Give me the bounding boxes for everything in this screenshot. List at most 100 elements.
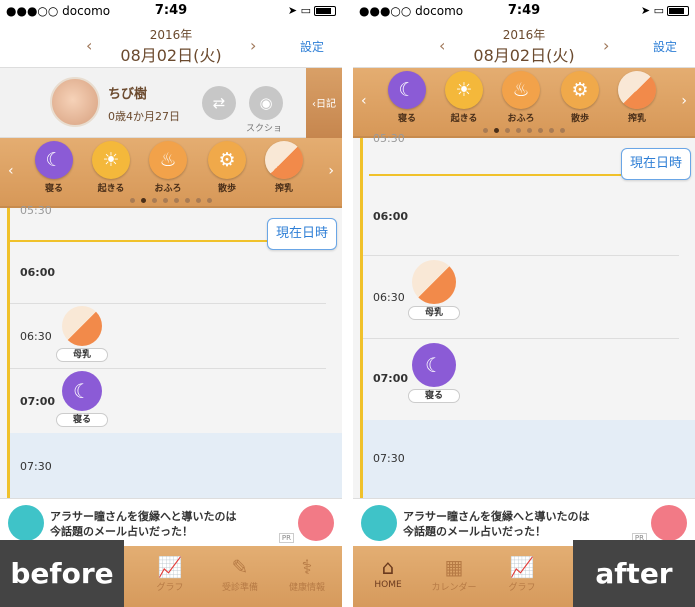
time-label: 06:30	[20, 330, 52, 343]
chart-icon: 📈	[509, 555, 535, 579]
time-partial: 05:30	[373, 132, 405, 145]
action-bar: ‹ ☾ 寝る ☀ 起きる ♨ おふろ ⚙ 散歩 搾乳 ›	[353, 68, 695, 138]
next-day-button[interactable]: ›	[250, 36, 256, 55]
event-breastfeeding[interactable]: 母乳	[408, 260, 460, 320]
action-sleep[interactable]: ☾ 寝る	[384, 71, 430, 124]
current-time-line	[369, 174, 621, 176]
action-milk[interactable]: 搾乳	[614, 71, 660, 124]
tab-calendar[interactable]: ▦ カレンダー	[419, 554, 489, 593]
divider	[10, 303, 326, 304]
action-milk[interactable]: 搾乳	[261, 141, 307, 194]
ad-text: アラサー瞳さんを復縁へと導いたのは 今話題のメール占いだった！	[50, 510, 237, 538]
event-sleep[interactable]: ☾ 寝る	[408, 343, 460, 403]
highlight-zone	[10, 433, 342, 498]
action-prev-arrow[interactable]: ‹	[361, 93, 367, 109]
current-time-line	[10, 240, 267, 242]
milk-icon	[265, 141, 303, 179]
child-age: 0歳4か月27日	[108, 110, 180, 123]
chart-icon: 📈	[157, 555, 183, 579]
moon-icon: ☾	[388, 71, 426, 109]
after-caption: after	[573, 540, 695, 607]
date-header: ‹ 2016年 08月02日(火) › 設定	[0, 22, 342, 68]
highlight-zone	[363, 420, 695, 498]
sun-icon: ☀	[92, 141, 130, 179]
ad-banner[interactable]: アラサー瞳さんを復縁へと導いたのは 今話題のメール占いだった！ PR	[0, 498, 342, 546]
action-wake[interactable]: ☀ 起きる	[441, 71, 487, 124]
action-bath[interactable]: ♨ おふろ	[145, 141, 191, 194]
child-name: ちび樹	[108, 87, 148, 102]
pencil-icon: ✎	[231, 555, 249, 579]
timeline[interactable]: 05:30 現在日時 06:00 06:30 母乳 07:00 ☾ 寝る 07:3…	[0, 204, 342, 498]
battery-icon	[314, 6, 336, 16]
timeline[interactable]: 05:30 現在日時 06:00 06:30 母乳 07:00 ☾ 寝る 07:3…	[353, 132, 695, 498]
switch-child-button[interactable]: ⇄	[202, 86, 236, 120]
home-icon: ⌂	[381, 555, 395, 579]
time-partial: 05:30	[20, 204, 52, 217]
ad-text: アラサー瞳さんを復縁へと導いたのは 今話題のメール占いだった！	[403, 510, 590, 538]
action-bar: ‹ ☾ 寝る ☀ 起きる ♨ おふろ ⚙ 散歩 搾乳 ›	[0, 138, 342, 208]
action-next-arrow[interactable]: ›	[681, 93, 687, 109]
time-label: 07:30	[20, 460, 52, 473]
action-next-arrow[interactable]: ›	[328, 163, 334, 179]
breastfeeding-icon	[62, 306, 102, 346]
before-screen: ●●●○○ docomo 7:49 ➤ ▭ ‹ 2016年 08月02日(火) …	[0, 0, 342, 607]
year-label: 2016年	[149, 28, 193, 42]
moon-icon: ☾	[62, 371, 102, 411]
screenshot-button[interactable]: ◉	[249, 86, 283, 120]
teddy-bear-icon	[8, 505, 44, 541]
tab-home[interactable]: ⌂ HOME	[353, 554, 423, 590]
date-header: ‹ 2016年 08月02日(火) › 設定	[353, 22, 695, 68]
moon-icon: ☾	[35, 141, 73, 179]
action-prev-arrow[interactable]: ‹	[8, 163, 14, 179]
status-icons: ➤ ▭	[288, 4, 336, 17]
moon-icon: ☾	[412, 343, 456, 387]
action-wake[interactable]: ☀ 起きる	[88, 141, 134, 194]
next-day-button[interactable]: ›	[603, 36, 609, 55]
pr-badge: PR	[278, 533, 294, 543]
camera-icon: ◉	[259, 94, 273, 112]
diary-tab[interactable]: ‹日記	[306, 68, 342, 138]
action-walk[interactable]: ⚙ 散歩	[557, 71, 603, 124]
action-walk[interactable]: ⚙ 散歩	[204, 141, 250, 194]
now-button[interactable]: 現在日時	[621, 148, 691, 180]
tab-checkup[interactable]: ✎ 受診準備	[205, 554, 275, 593]
tab-graph[interactable]: 📈 グラフ	[135, 554, 205, 593]
status-bar: ●●●○○ docomo 7:49 ➤ ▭	[0, 0, 342, 22]
time-label: 07:00	[20, 395, 56, 408]
action-sleep[interactable]: ☾ 寝る	[31, 141, 77, 194]
action-bath[interactable]: ♨ おふろ	[498, 71, 544, 124]
before-caption: before	[0, 540, 124, 607]
breastfeeding-icon	[412, 260, 456, 304]
time-label: 07:30	[373, 452, 405, 465]
after-screen: ●●●○○ docomo 7:49 ➤ ▭ ‹ 2016年 08月02日(火) …	[353, 0, 695, 607]
stroller-icon: ⚙	[208, 141, 246, 179]
swap-icon: ⇄	[212, 94, 226, 112]
calendar-icon: ▦	[444, 555, 464, 579]
teddy-bear-icon	[361, 505, 397, 541]
avatar[interactable]	[50, 77, 100, 127]
ad-banner[interactable]: アラサー瞳さんを復縁へと導いたのは 今話題のメール占いだった！ PR	[353, 498, 695, 546]
child-profile: ちび樹 0歳4か月27日 ⇄ ◉ スクショ ‹日記	[0, 68, 342, 138]
divider	[363, 338, 679, 339]
event-sleep[interactable]: ☾ 寝る	[56, 371, 108, 427]
settings-button[interactable]: 設定	[653, 38, 677, 55]
status-icons: ➤ ▭	[641, 4, 689, 17]
bath-icon: ♨	[502, 71, 540, 109]
milk-icon	[618, 71, 656, 109]
year-label: 2016年	[502, 28, 546, 42]
tab-graph[interactable]: 📈 グラフ	[487, 554, 557, 593]
event-breastfeeding[interactable]: 母乳	[56, 306, 108, 362]
time-label: 06:30	[373, 291, 405, 304]
bath-icon: ♨	[149, 141, 187, 179]
divider	[363, 255, 679, 256]
battery-icon	[667, 6, 689, 16]
now-button[interactable]: 現在日時	[267, 218, 337, 250]
time-label: 06:00	[373, 210, 409, 223]
stethoscope-icon: ⚕	[301, 555, 313, 579]
stroller-icon: ⚙	[561, 71, 599, 109]
page-dots	[0, 198, 342, 203]
tab-health[interactable]: ⚕ 健康情報	[272, 554, 342, 593]
settings-button[interactable]: 設定	[300, 38, 324, 55]
screenshot-label: スクショ	[246, 124, 283, 134]
teddy-bear-icon	[651, 505, 687, 541]
